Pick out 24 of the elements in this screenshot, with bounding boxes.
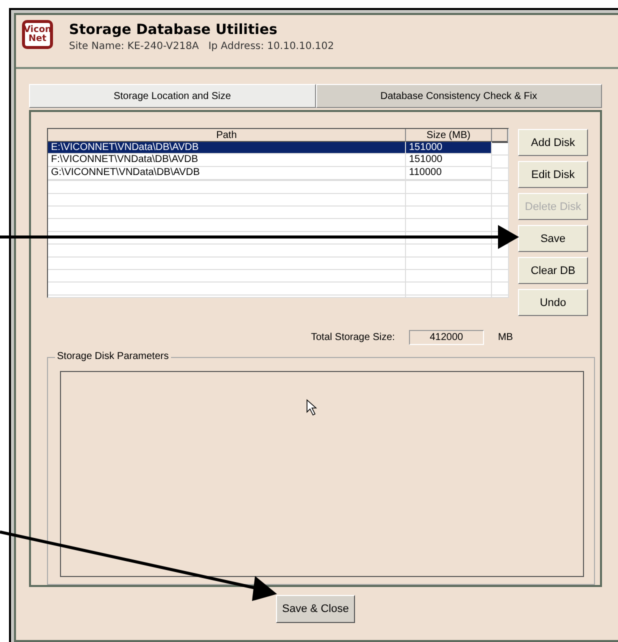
total-label: Total Storage Size: xyxy=(311,332,395,343)
save-close-button[interactable]: Save & Close xyxy=(276,595,355,623)
table-cell[interactable]: F:\VICONNET\VNData\DB\AVDB xyxy=(48,154,406,168)
total-field: 412000 xyxy=(408,330,484,345)
table-cell[interactable]: 151000 xyxy=(406,154,492,168)
table-cell[interactable]: 110000 xyxy=(406,167,492,180)
site-info: Site Name: KE-240-V218A Ip Address: 10.10.10.102 xyxy=(69,41,334,52)
action-button[interactable]: Clear DB xyxy=(518,257,588,284)
unit-label: MB xyxy=(498,332,513,343)
tab[interactable]: Database Consistency Check & Fix xyxy=(316,84,602,108)
column-header[interactable]: Path xyxy=(48,129,406,143)
column-header[interactable]: Size (MB) xyxy=(406,129,492,143)
action-button[interactable]: Save xyxy=(518,225,588,252)
action-button[interactable]: Add Disk xyxy=(518,129,588,156)
header-filler xyxy=(492,129,508,143)
tab[interactable]: Storage Location and Size xyxy=(29,84,316,108)
table-cell[interactable]: G:\VICONNET\VNData\DB\AVDB xyxy=(48,167,406,180)
action-button[interactable]: Undo xyxy=(518,289,588,316)
table-cell[interactable]: 151000 xyxy=(406,142,492,154)
cursor-icon xyxy=(306,399,318,416)
window-title: Storage Database Utilities xyxy=(69,22,278,38)
group-title: Storage Disk Parameters xyxy=(55,351,171,362)
table-cell[interactable]: E:\VICONNET\VNData\DB\AVDB xyxy=(48,142,406,154)
action-button[interactable]: Edit Disk xyxy=(518,161,588,188)
